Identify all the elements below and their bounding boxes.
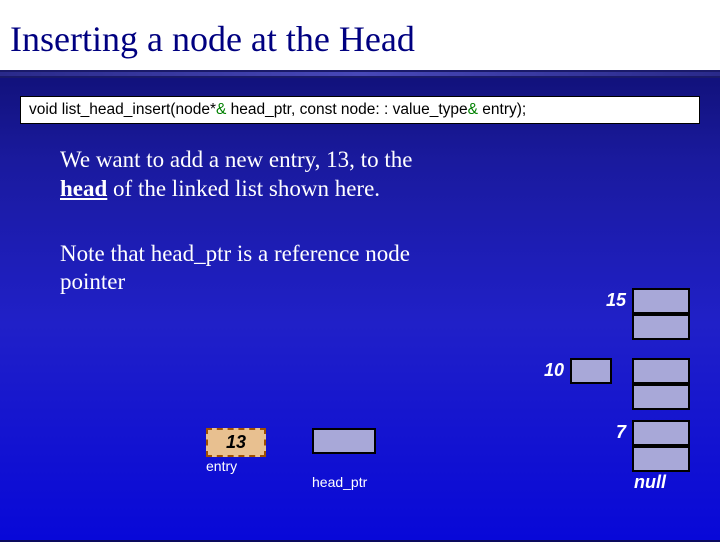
title-area: Inserting a node at the Head <box>0 0 720 70</box>
code-amp2: & <box>468 101 478 118</box>
function-signature-box: void list_head_insert(node*& head_ptr, c… <box>20 96 700 124</box>
node-15-ptr <box>632 314 690 340</box>
node-15-label: 15 <box>598 290 626 311</box>
entry-label: entry <box>206 458 237 474</box>
node-7-data <box>632 420 690 446</box>
entry-box: 13 <box>206 428 266 457</box>
code-suffix: entry); <box>478 101 526 118</box>
node-10-ptr <box>632 384 690 410</box>
para1-head: head <box>60 176 107 201</box>
title-underline <box>0 70 720 78</box>
node-10-label: 10 <box>536 360 564 381</box>
node-7-ptr <box>632 446 690 472</box>
node-7-label: 7 <box>606 422 626 443</box>
slide-title: Inserting a node at the Head <box>10 18 710 60</box>
code-mid: head_ptr, const node: : value_type <box>226 101 467 118</box>
paragraph-1: We want to add a new entry, 13, to the h… <box>60 146 440 204</box>
para1-a: We want to add a new entry, 13, to the <box>60 147 412 172</box>
head-ptr-label: head_ptr <box>312 474 367 490</box>
null-label: null <box>634 472 666 493</box>
content-area: void list_head_insert(node*& head_ptr, c… <box>0 78 720 542</box>
node-10-data <box>632 358 690 384</box>
paragraph-2: Note that head_ptr is a reference node p… <box>60 240 440 298</box>
head-ptr-box <box>312 428 376 454</box>
node-10-inner <box>570 358 612 384</box>
entry-value: 13 <box>226 432 246 452</box>
code-amp1: & <box>216 101 226 118</box>
para1-b: of the linked list shown here. <box>107 176 380 201</box>
code-prefix: void list_head_insert(node* <box>29 101 216 118</box>
node-15-data <box>632 288 690 314</box>
